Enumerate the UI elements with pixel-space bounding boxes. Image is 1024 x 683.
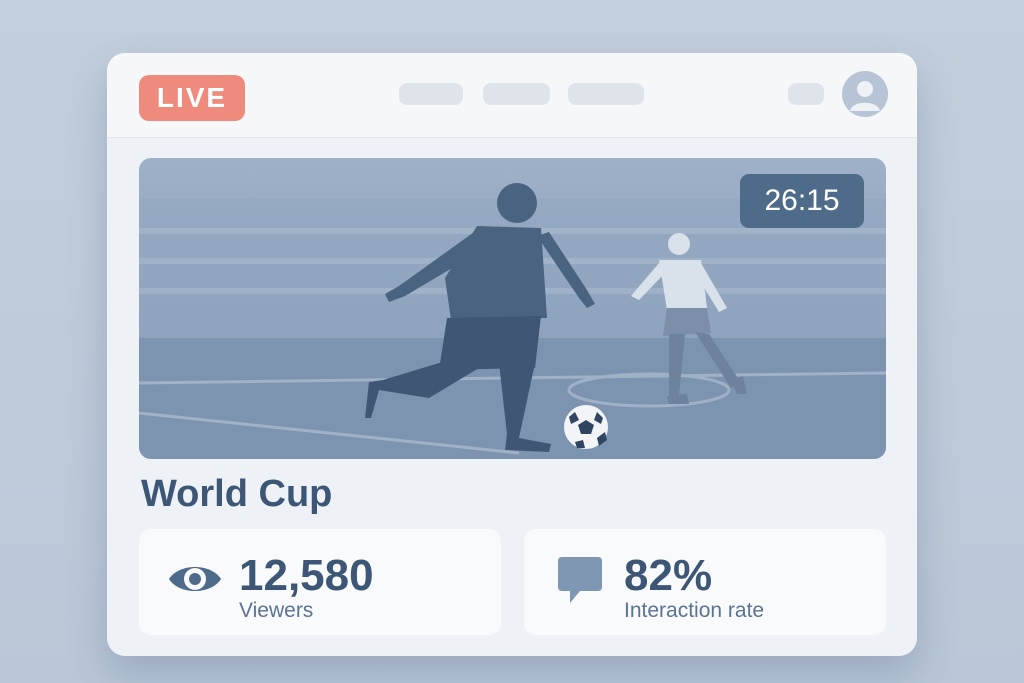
nav-item-4[interactable]	[788, 83, 824, 105]
interaction-rate-value: 82%	[624, 551, 713, 600]
interaction-stat-card: 82% Interaction rate	[524, 529, 886, 635]
nav-item-2[interactable]	[483, 83, 550, 105]
event-title: World Cup	[141, 473, 333, 515]
user-avatar-icon[interactable]	[842, 71, 888, 117]
chat-bubble-icon	[554, 555, 606, 612]
stream-card: LIVE 26:15 World Cup 12,580 Viewers 82% …	[107, 53, 917, 656]
interaction-rate-label: Interaction rate	[624, 599, 765, 622]
viewers-stat-card: 12,580 Viewers	[139, 529, 501, 635]
nav-item-1[interactable]	[399, 83, 463, 105]
top-bar: LIVE	[107, 53, 917, 138]
nav-item-3[interactable]	[568, 83, 644, 105]
viewers-count: 12,580	[239, 551, 374, 600]
video-player[interactable]: 26:15	[139, 158, 886, 459]
eye-icon	[167, 557, 223, 606]
live-badge: LIVE	[139, 75, 245, 121]
timer-badge: 26:15	[740, 174, 864, 228]
viewers-label: Viewers	[239, 599, 314, 622]
